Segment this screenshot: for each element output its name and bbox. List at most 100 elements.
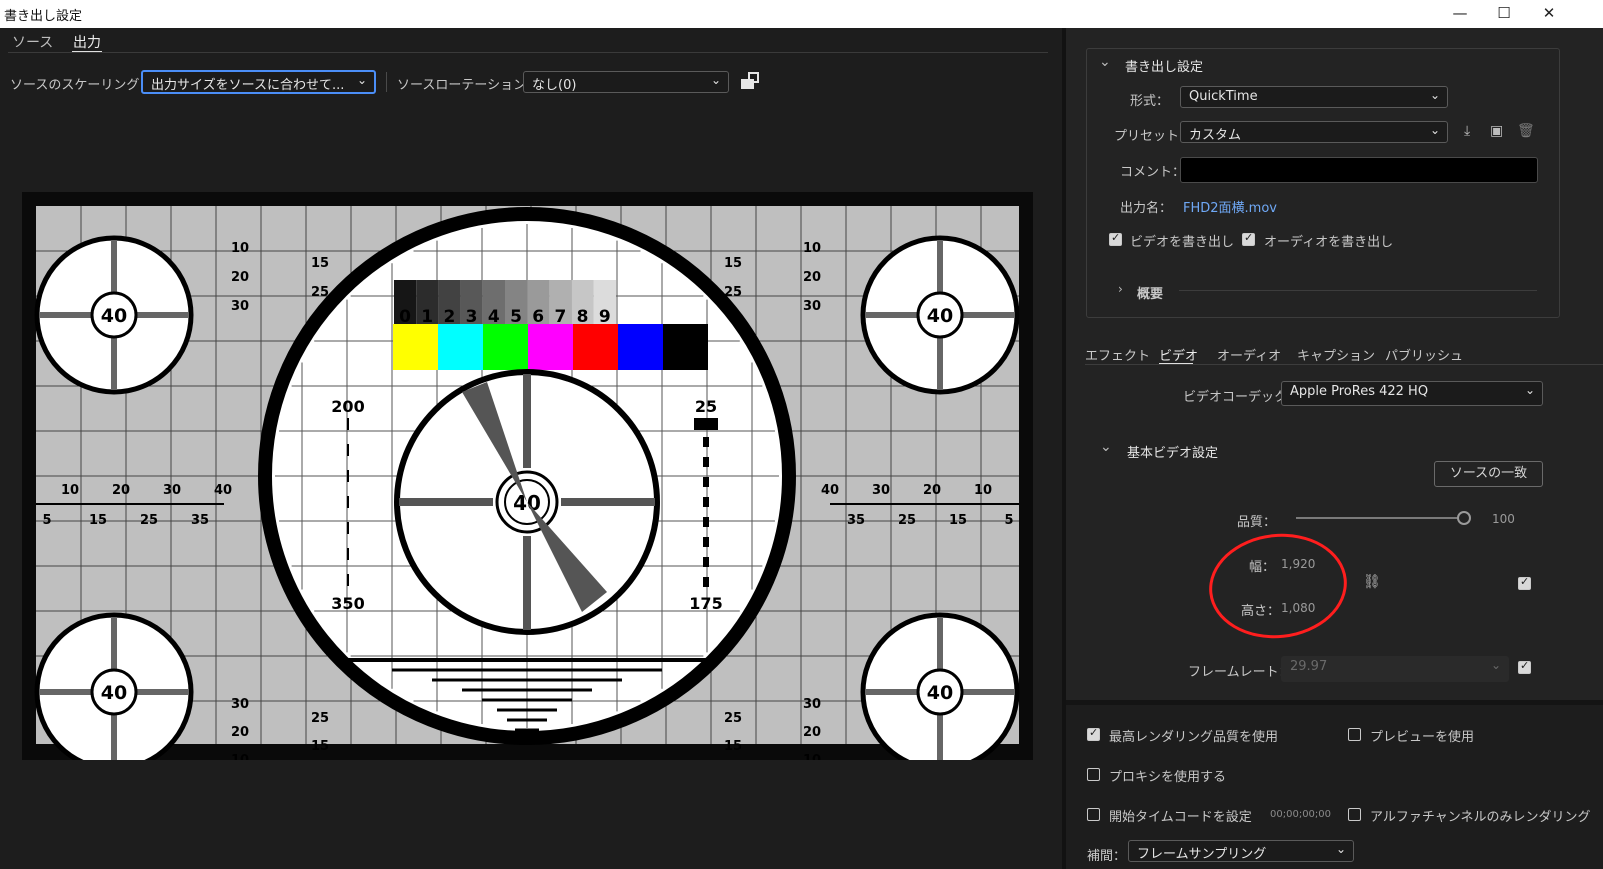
export-audio-label: オーディオを書き出し [1264, 235, 1394, 250]
tab-effects[interactable]: エフェクト [1085, 345, 1150, 364]
scale-label: 30 [231, 697, 249, 712]
export-settings-header: 書き出し設定 [1125, 60, 1204, 75]
size-override-checkbox[interactable] [1518, 575, 1531, 590]
output-name-link[interactable]: FHD2面横.mov [1183, 197, 1277, 216]
label-25: 25 [695, 397, 717, 416]
scale-label: 30 [803, 697, 821, 712]
scale-label: 20 [112, 483, 130, 498]
chevron-down-icon: ⌄ [1335, 842, 1346, 856]
use-preview-checkbox[interactable] [1348, 728, 1361, 741]
alpha-only-label: アルファチャンネルのみレンダリング [1370, 810, 1591, 825]
framerate-select-value: 29.97 [1290, 659, 1328, 674]
scale-label: 40 [214, 483, 232, 498]
svg-text:40: 40 [101, 682, 127, 704]
label-350: 350 [331, 594, 364, 613]
save-preset-icon[interactable]: ⤓ [1464, 123, 1470, 139]
svg-text:40: 40 [927, 682, 953, 704]
framerate-override-checkbox[interactable] [1518, 659, 1531, 674]
tab-output[interactable]: 出力 [73, 32, 101, 52]
chevron-down-icon: ⌄ [1490, 658, 1501, 672]
tab-source[interactable]: ソース [12, 32, 53, 52]
delete-preset-icon[interactable]: 🗑 [1517, 123, 1535, 139]
interp-select[interactable]: フレームサンプリング ⌄ [1128, 840, 1354, 862]
corner-circle: 40 [860, 235, 1020, 395]
scale-label: 15 [724, 256, 742, 271]
quality-slider-thumb[interactable] [1457, 511, 1471, 525]
comment-input[interactable] [1180, 157, 1538, 183]
scale-label: 15 [311, 739, 329, 754]
scale-label: 35 [191, 513, 209, 528]
chevron-down-icon: ⌄ [1429, 123, 1440, 137]
scaling-select-value: 出力サイズをソースに合わせて... [151, 78, 345, 93]
scale-label: 15 [724, 739, 742, 754]
start-timecode-label: 開始タイムコードを設定 [1109, 810, 1252, 825]
start-timecode-checkbox[interactable] [1087, 808, 1100, 821]
tab-divider [8, 52, 1048, 53]
use-proxy-checkbox[interactable] [1087, 768, 1100, 781]
scale-label: 25 [724, 285, 742, 300]
match-source-button[interactable]: ソースの一致 [1434, 461, 1543, 487]
crop-icon[interactable] [740, 72, 760, 90]
chevron-down-icon: ⌄ [356, 73, 367, 87]
tab-captions[interactable]: キャプション [1297, 345, 1375, 364]
scaling-label: ソースのスケーリング： [10, 78, 153, 93]
minimize-button[interactable]: — [1448, 2, 1472, 24]
scale-label: 10 [231, 241, 249, 256]
export-video-checkbox[interactable] [1109, 231, 1122, 246]
scale-label: 15 [311, 256, 329, 271]
export-audio-checkbox[interactable] [1242, 231, 1255, 246]
rotation-select[interactable]: なし(0) ⌄ [523, 71, 729, 93]
scale-label: 25 [311, 711, 329, 726]
tab-publish[interactable]: パブリッシュ [1385, 345, 1463, 364]
framerate-label: フレームレート： [1188, 665, 1292, 680]
scaling-select[interactable]: 出力サイズをソースに合わせて... ⌄ [141, 70, 376, 94]
alpha-only-checkbox[interactable] [1348, 808, 1361, 821]
scale-label: 30 [163, 483, 181, 498]
quality-value: 100 [1492, 512, 1515, 526]
unlink-icon[interactable]: ⛓ [1363, 574, 1381, 590]
output-name-label: 出力名： [1120, 201, 1173, 216]
comment-label: コメント： [1120, 165, 1186, 180]
codec-select[interactable]: Apple ProRes 422 HQ ⌄ [1281, 381, 1543, 406]
format-label: 形式： [1130, 94, 1170, 109]
format-select[interactable]: QuickTime ⌄ [1180, 86, 1448, 108]
chevron-down-icon[interactable]: ⌄ [1100, 439, 1112, 455]
framerate-select[interactable]: 29.97 ⌄ [1281, 656, 1509, 682]
interp-label: 補間： [1087, 849, 1127, 864]
chevron-down-icon: ⌄ [1429, 88, 1440, 102]
scale-label: 20 [231, 725, 249, 740]
center-value: 40 [513, 491, 541, 515]
scale-label: 5 [1004, 513, 1013, 528]
corner-circle: 40 [34, 235, 194, 395]
chevron-down-icon: ⌄ [1524, 383, 1535, 397]
quality-slider[interactable] [1296, 517, 1464, 519]
scale-label: 20 [923, 483, 941, 498]
svg-text:40: 40 [101, 305, 127, 327]
scale-label: 10 [803, 753, 821, 760]
start-timecode-value[interactable]: 00;00;00;00 [1270, 809, 1331, 820]
max-render-checkbox[interactable] [1087, 726, 1100, 741]
max-render-label: 最高レンダリング品質を使用 [1109, 730, 1279, 745]
tab-video[interactable]: ビデオ [1159, 345, 1198, 364]
settings-panel: ⌄ 書き出し設定 形式： QuickTime ⌄ プリセット： カスタム ⌄ ⤓… [1066, 28, 1603, 869]
label-175: 175 [689, 594, 722, 613]
color-bar [618, 324, 663, 370]
chevron-right-icon[interactable]: › [1118, 282, 1123, 296]
scale-label: 25 [898, 513, 916, 528]
import-preset-icon[interactable]: ▣ [1490, 123, 1503, 139]
label-200: 200 [331, 397, 364, 416]
export-video-label: ビデオを書き出し [1130, 235, 1235, 250]
preset-select-value: カスタム [1189, 128, 1242, 143]
use-preview-label: プレビューを使用 [1370, 730, 1475, 745]
preset-select[interactable]: カスタム ⌄ [1180, 121, 1448, 143]
close-button[interactable]: ✕ [1537, 2, 1561, 24]
tab-audio[interactable]: オーディオ [1217, 345, 1281, 364]
basic-video-header: 基本ビデオ設定 [1127, 446, 1219, 461]
test-pattern-preview: 0123456789 40 200 350 25 175 10 20 30 405 15… [22, 192, 1033, 760]
maximize-button[interactable]: ☐ [1492, 2, 1516, 24]
scale-label: 10 [61, 483, 79, 498]
chevron-down-icon[interactable]: ⌄ [1099, 54, 1111, 70]
scale-label: 5 [42, 513, 51, 528]
scale-label: 15 [89, 513, 107, 528]
color-bar [393, 324, 438, 370]
